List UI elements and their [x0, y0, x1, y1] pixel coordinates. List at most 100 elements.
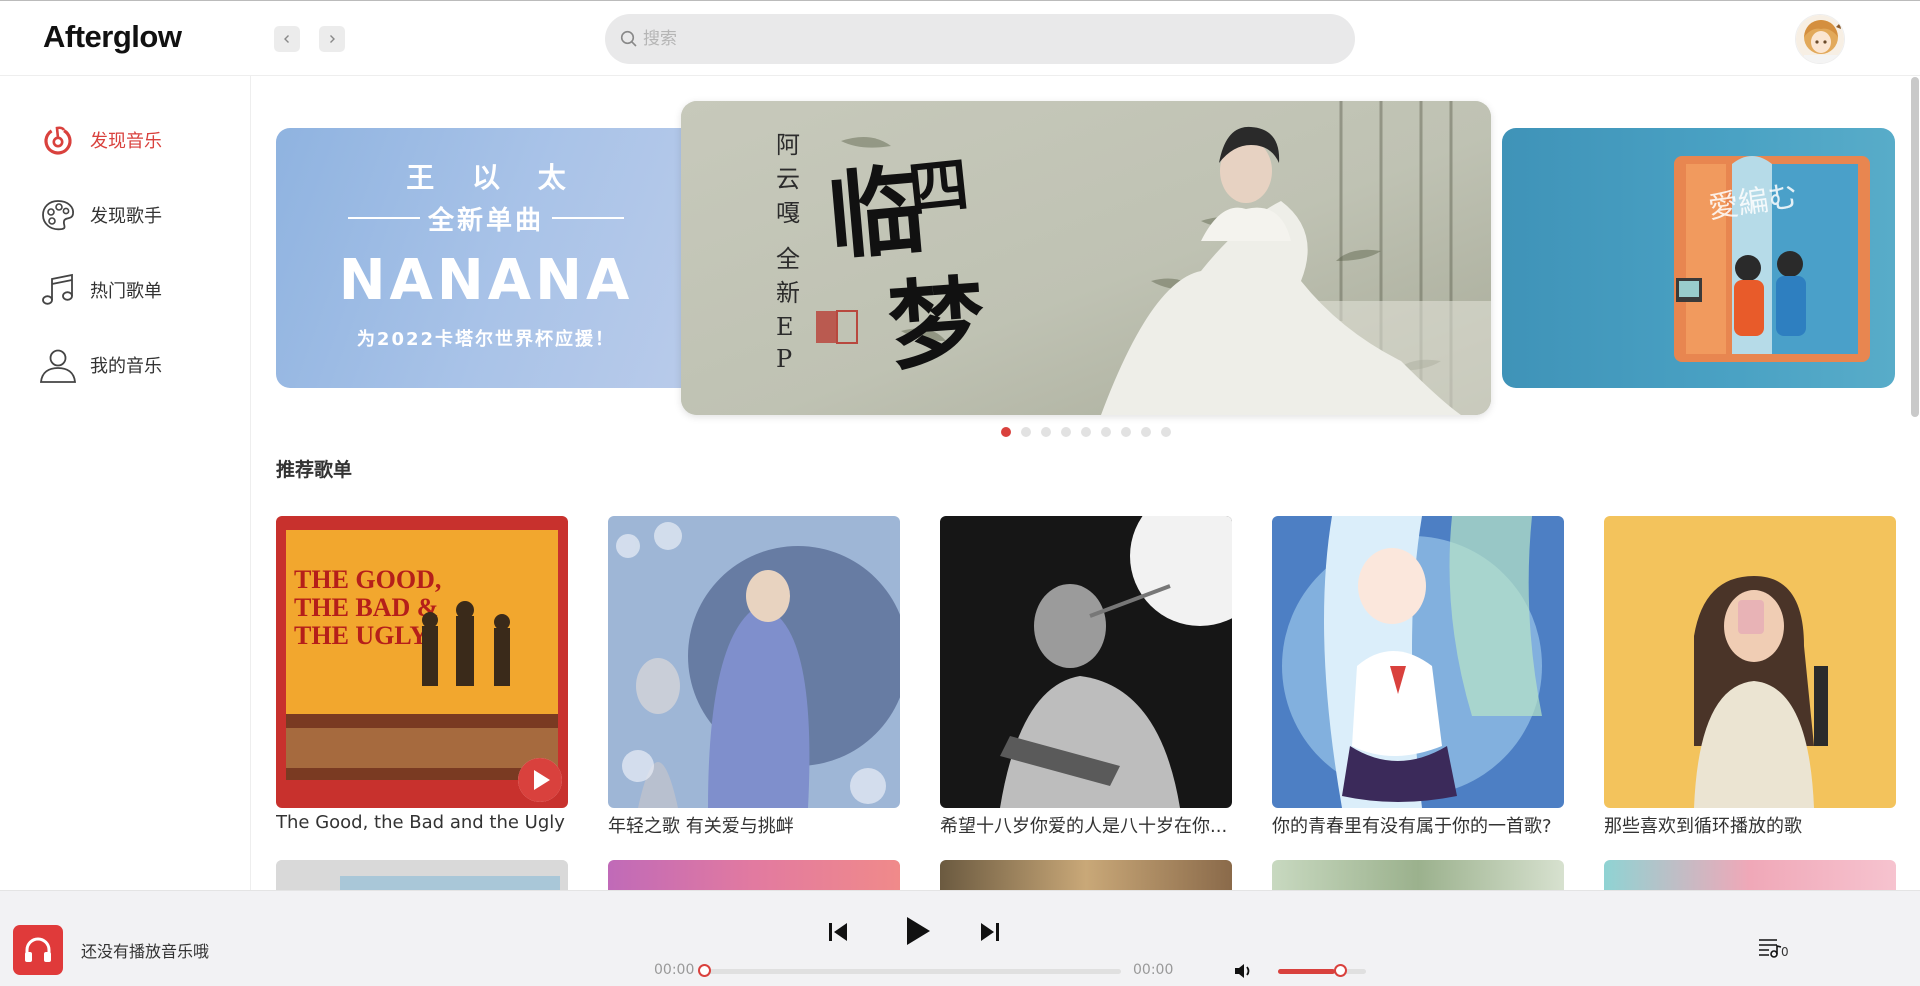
now-playing-status: 还没有播放音乐哦	[81, 942, 210, 961]
playlist-card[interactable]	[276, 860, 568, 890]
play-icon	[518, 758, 562, 802]
queue-icon	[1759, 939, 1782, 958]
current-time: 00:00	[654, 962, 695, 978]
banner-left-footer: 为2022卡塔尔世界杯应援！	[356, 329, 616, 350]
svg-text:全: 全	[776, 245, 800, 273]
avatar-image	[1796, 15, 1844, 63]
playlist-name[interactable]: 那些喜欢到循环播放的歌	[1604, 812, 1896, 838]
banner-center[interactable]: 阿云嘎 全新EP 临 四 梦	[681, 101, 1491, 415]
top-bar: Afterglow	[0, 0, 1920, 76]
search-bar[interactable]	[605, 14, 1355, 64]
back-button[interactable]	[274, 26, 300, 52]
carousel-dots	[1001, 427, 1171, 437]
chevron-right-icon	[330, 35, 335, 43]
volume-level	[1278, 969, 1336, 974]
playlist-name[interactable]: 年轻之歌 有关爱与挑衅	[608, 812, 900, 838]
banner-left-title: NANANA	[338, 248, 634, 313]
previous-button[interactable]	[823, 917, 853, 947]
carousel-dot[interactable]	[1121, 427, 1131, 437]
skip-next-icon	[981, 923, 999, 941]
banner-right[interactable]: 愛編む	[1502, 128, 1895, 388]
svg-text:梦: 梦	[885, 265, 989, 384]
svg-text:阿: 阿	[776, 131, 800, 159]
playlist-card[interactable]	[608, 860, 900, 890]
user-icon	[36, 343, 80, 387]
svg-text:THE UGLY: THE UGLY	[294, 621, 428, 650]
next-button[interactable]	[975, 917, 1005, 947]
playlist-card[interactable]: 年轻之歌 有关爱与挑衅	[608, 516, 900, 838]
chevron-left-icon	[284, 35, 289, 43]
main-content: 王 以 太 全新单曲 NANANA 为2022卡塔尔世界杯应援！ 愛編む 阿 云…	[252, 77, 1910, 890]
volume-button[interactable]	[1233, 961, 1255, 981]
playlist-cover[interactable]	[940, 516, 1232, 808]
playlist-card[interactable]: 那些喜欢到循环播放的歌	[1604, 516, 1896, 838]
banner-right-art: 愛編む	[1674, 156, 1870, 362]
playlist-card[interactable]	[1604, 860, 1896, 890]
sidebar-item-my-music[interactable]: 我的音乐	[36, 343, 236, 387]
playlist-cover[interactable]	[1604, 516, 1896, 808]
playlist-queue-button[interactable]: 0	[1757, 933, 1797, 959]
carousel-dot[interactable]	[1101, 427, 1111, 437]
svg-text:云: 云	[776, 165, 800, 193]
sidebar-item-discover-music[interactable]: 发现音乐	[36, 118, 236, 162]
playlist-name[interactable]: The Good, the Bad and the Ugly	[276, 812, 568, 833]
carousel-dot[interactable]	[1041, 427, 1051, 437]
carousel-dot[interactable]	[1061, 427, 1071, 437]
app-logo[interactable]: Afterglow	[43, 19, 182, 55]
svg-text:P: P	[776, 345, 792, 373]
svg-text:THE BAD &: THE BAD &	[294, 593, 438, 622]
sidebar-item-discover-artists[interactable]: 发现歌手	[36, 193, 236, 237]
now-playing-cover[interactable]	[13, 925, 63, 975]
volume-icon	[1235, 964, 1250, 978]
avatar[interactable]	[1795, 14, 1845, 64]
skip-previous-icon	[829, 923, 847, 941]
palette-icon	[36, 193, 80, 237]
sidebar-item-label: 我的音乐	[90, 356, 162, 377]
search-icon	[620, 30, 637, 47]
progress-handle[interactable]	[698, 964, 711, 977]
playlist-name[interactable]: 希望十八岁你爱的人是八十岁在你...	[940, 812, 1232, 838]
banner-divider	[552, 217, 624, 219]
search-input[interactable]	[643, 14, 1333, 64]
playlist-cover-image	[940, 516, 1232, 808]
forward-button[interactable]	[319, 26, 345, 52]
svg-text:四: 四	[905, 150, 972, 226]
playlist-cover[interactable]	[608, 516, 900, 808]
carousel-dot[interactable]	[1141, 427, 1151, 437]
playlist-cover-image	[1272, 516, 1564, 808]
playlist-cover[interactable]: THE GOOD, THE BAD & THE UGLY	[276, 516, 568, 808]
netease-music-icon	[36, 118, 80, 162]
play-button[interactable]	[518, 758, 562, 802]
playlist-card[interactable]	[1272, 860, 1564, 890]
volume-slider[interactable]	[1278, 969, 1366, 974]
banner-left[interactable]: 王 以 太 全新单曲 NANANA 为2022卡塔尔世界杯应援！	[276, 128, 696, 388]
playlist-name[interactable]: 你的青春里有没有属于你的一首歌?	[1272, 812, 1564, 838]
playlist-card[interactable]: 你的青春里有没有属于你的一首歌?	[1272, 516, 1564, 838]
banner-center-art: 阿云嘎 全新EP 临 四 梦	[681, 101, 1491, 415]
volume-handle[interactable]	[1334, 964, 1347, 977]
playlist-cover[interactable]	[1272, 516, 1564, 808]
music-note-icon	[36, 268, 80, 312]
playlist-card[interactable]	[940, 860, 1232, 890]
carousel-dot[interactable]	[1001, 427, 1011, 437]
scrollbar[interactable]	[1911, 77, 1919, 417]
play-icon	[907, 917, 930, 945]
banner-left-subtitle: 全新单曲	[427, 206, 544, 236]
carousel-dot[interactable]	[1161, 427, 1171, 437]
banner-left-artist: 王 以 太	[406, 161, 580, 194]
play-pause-button[interactable]	[898, 910, 938, 952]
carousel-dot[interactable]	[1021, 427, 1031, 437]
total-time: 00:00	[1133, 962, 1174, 978]
playlist-card[interactable]: 希望十八岁你爱的人是八十岁在你...	[940, 516, 1232, 838]
carousel-dot[interactable]	[1081, 427, 1091, 437]
sidebar-item-label: 发现歌手	[90, 206, 162, 227]
playlist-cover-image	[276, 860, 568, 890]
svg-text:E: E	[776, 313, 794, 341]
progress-bar[interactable]	[703, 969, 1121, 974]
playlist-card[interactable]: THE GOOD, THE BAD & THE UGLY The Good, t…	[276, 516, 568, 833]
headphones-icon	[25, 937, 51, 962]
svg-text:新: 新	[776, 279, 800, 307]
sidebar-item-label: 发现音乐	[90, 131, 162, 152]
playlist-cover-image	[1604, 516, 1896, 808]
sidebar-item-hot-playlists[interactable]: 热门歌单	[36, 268, 236, 312]
